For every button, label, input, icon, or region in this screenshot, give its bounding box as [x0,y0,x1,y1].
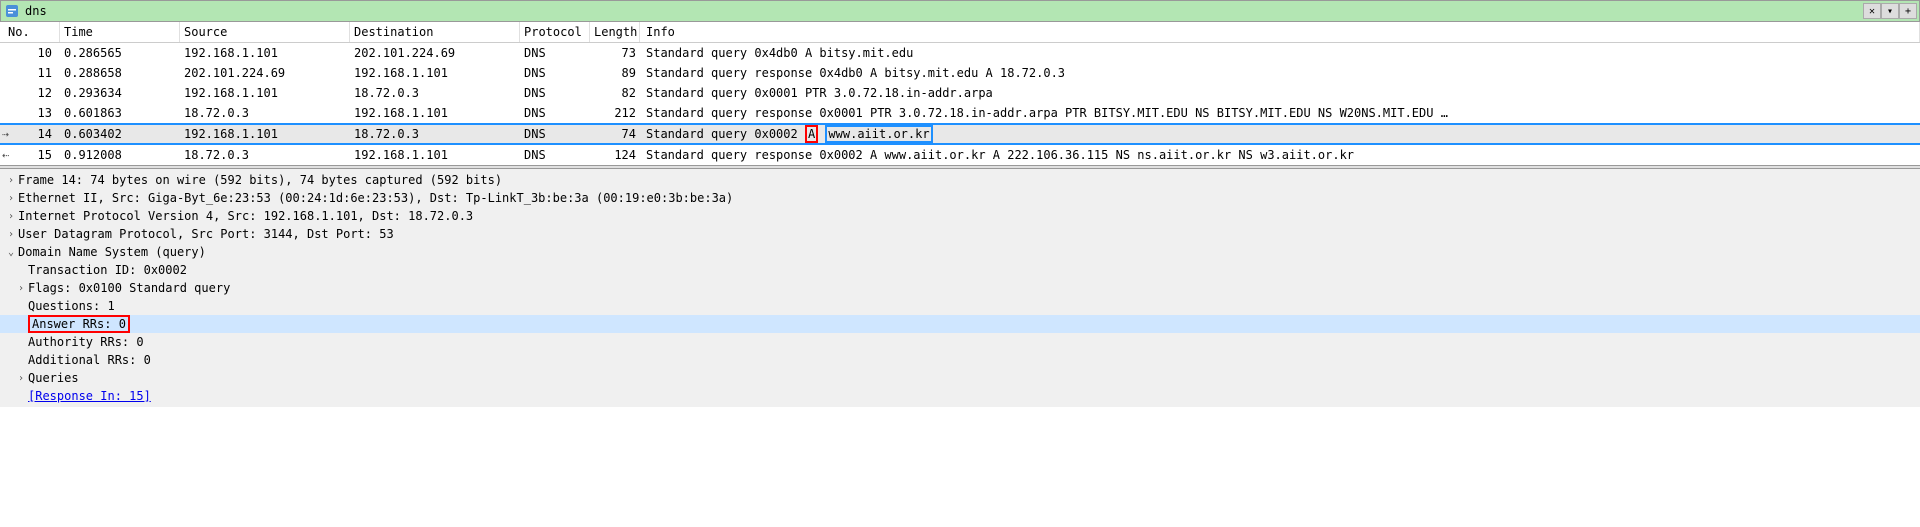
cell-time: 0.288658 [60,64,180,82]
col-header-destination[interactable]: Destination [350,22,520,42]
cell-time: 0.603402 [60,125,180,143]
expand-icon[interactable]: › [4,193,18,204]
detail-queries-text: Queries [28,371,79,385]
cell-info: Standard query response 0x0001 PTR 3.0.7… [640,104,1920,122]
detail-answer-rrs[interactable]: Answer RRs: 0 [0,315,1920,333]
cell-protocol: DNS [520,146,590,164]
cell-destination: 18.72.0.3 [350,125,520,143]
packet-list-header: No. Time Source Destination Protocol Len… [0,22,1920,43]
cell-time: 0.912008 [60,146,180,164]
packet-list: No. Time Source Destination Protocol Len… [0,22,1920,165]
display-filter-input[interactable] [23,2,1863,20]
detail-questions-text: Questions: 1 [28,299,115,313]
cell-length: 89 [590,64,640,82]
detail-response-in-link[interactable]: [Response In: 15] [28,389,151,403]
expand-icon[interactable]: › [4,175,18,186]
cell-no: 12 [0,84,60,102]
cell-destination: 202.101.224.69 [350,44,520,62]
cell-source: 192.168.1.101 [180,44,350,62]
detail-additional-text: Additional RRs: 0 [28,353,151,367]
col-header-no[interactable]: No. [0,22,60,42]
filter-badge-icon [4,3,20,19]
detail-authority-text: Authority RRs: 0 [28,335,144,349]
detail-response-in[interactable]: [Response In: 15] [0,387,1920,405]
col-header-info[interactable]: Info [640,22,1920,42]
detail-dns-text: Domain Name System (query) [18,245,206,259]
cell-length: 74 [590,125,640,143]
expand-icon[interactable]: › [14,373,28,384]
cell-info: Standard query response 0x4db0 A bitsy.m… [640,64,1920,82]
cell-no: 11 [0,64,60,82]
cell-protocol: DNS [520,104,590,122]
detail-questions[interactable]: Questions: 1 [0,297,1920,315]
highlight-record-type: A [805,125,818,143]
cell-length: 82 [590,84,640,102]
cell-protocol: DNS [520,84,590,102]
cell-source: 192.168.1.101 [180,84,350,102]
cell-no: ⇢14 [0,125,60,143]
col-header-source[interactable]: Source [180,22,350,42]
cell-length: 212 [590,104,640,122]
packet-row[interactable]: 110.288658202.101.224.69192.168.1.101DNS… [0,63,1920,83]
add-filter-button[interactable]: + [1899,3,1917,19]
filter-dropdown-button[interactable]: ▾ [1881,3,1899,19]
detail-txid-text: Transaction ID: 0x0002 [28,263,187,277]
cell-time: 0.293634 [60,84,180,102]
col-header-time[interactable]: Time [60,22,180,42]
detail-dns[interactable]: ⌄ Domain Name System (query) [0,243,1920,261]
cell-destination: 192.168.1.101 [350,64,520,82]
detail-additional-rrs[interactable]: Additional RRs: 0 [0,351,1920,369]
display-filter-bar: ✕ ▾ + [0,0,1920,22]
expand-icon[interactable]: › [4,211,18,222]
cell-no: ⇠15 [0,146,60,164]
cell-protocol: DNS [520,125,590,143]
detail-authority-rrs[interactable]: Authority RRs: 0 [0,333,1920,351]
col-header-length[interactable]: Length [590,22,640,42]
expand-icon[interactable]: › [14,283,28,294]
expand-icon[interactable]: ⌄ [4,247,18,258]
detail-eth-text: Ethernet II, Src: Giga-Byt_6e:23:53 (00:… [18,191,733,205]
packet-row[interactable]: 120.293634192.168.1.10118.72.0.3DNS82Sta… [0,83,1920,103]
cell-source: 202.101.224.69 [180,64,350,82]
cell-source: 18.72.0.3 [180,146,350,164]
cell-no: 13 [0,104,60,122]
detail-ip-text: Internet Protocol Version 4, Src: 192.16… [18,209,473,223]
cell-destination: 192.168.1.101 [350,104,520,122]
cell-info: Standard query 0x4db0 A bitsy.mit.edu [640,44,1920,62]
detail-transaction-id[interactable]: Transaction ID: 0x0002 [0,261,1920,279]
cell-destination: 18.72.0.3 [350,84,520,102]
packet-details-pane: › Frame 14: 74 bytes on wire (592 bits),… [0,169,1920,407]
cell-info: Standard query response 0x0002 A www.aii… [640,146,1920,164]
detail-queries[interactable]: › Queries [0,369,1920,387]
detail-frame-text: Frame 14: 74 bytes on wire (592 bits), 7… [18,173,502,187]
packet-row[interactable]: 100.286565192.168.1.101202.101.224.69DNS… [0,43,1920,63]
detail-ethernet[interactable]: › Ethernet II, Src: Giga-Byt_6e:23:53 (0… [0,189,1920,207]
cell-length: 124 [590,146,640,164]
cell-protocol: DNS [520,64,590,82]
cell-source: 18.72.0.3 [180,104,350,122]
detail-frame[interactable]: › Frame 14: 74 bytes on wire (592 bits),… [0,171,1920,189]
packet-row[interactable]: 130.60186318.72.0.3192.168.1.101DNS212St… [0,103,1920,123]
cell-destination: 192.168.1.101 [350,146,520,164]
packet-row[interactable]: ⇢140.603402192.168.1.10118.72.0.3DNS74St… [0,123,1920,145]
cell-info: Standard query 0x0002 A www.aiit.or.kr [640,125,1920,143]
highlight-query-name: www.aiit.or.kr [825,125,932,143]
clear-filter-button[interactable]: ✕ [1863,3,1881,19]
cell-source: 192.168.1.101 [180,125,350,143]
col-header-protocol[interactable]: Protocol [520,22,590,42]
cell-no: 10 [0,44,60,62]
cell-length: 73 [590,44,640,62]
cell-time: 0.286565 [60,44,180,62]
detail-udp-text: User Datagram Protocol, Src Port: 3144, … [18,227,394,241]
expand-icon[interactable]: › [4,229,18,240]
cell-time: 0.601863 [60,104,180,122]
detail-answers-text: Answer RRs: 0 [28,315,130,333]
detail-udp[interactable]: › User Datagram Protocol, Src Port: 3144… [0,225,1920,243]
detail-ip[interactable]: › Internet Protocol Version 4, Src: 192.… [0,207,1920,225]
detail-flags-text: Flags: 0x0100 Standard query [28,281,230,295]
cell-info: Standard query 0x0001 PTR 3.0.72.18.in-a… [640,84,1920,102]
detail-flags[interactable]: › Flags: 0x0100 Standard query [0,279,1920,297]
cell-protocol: DNS [520,44,590,62]
packet-row[interactable]: ⇠150.91200818.72.0.3192.168.1.101DNS124S… [0,145,1920,165]
